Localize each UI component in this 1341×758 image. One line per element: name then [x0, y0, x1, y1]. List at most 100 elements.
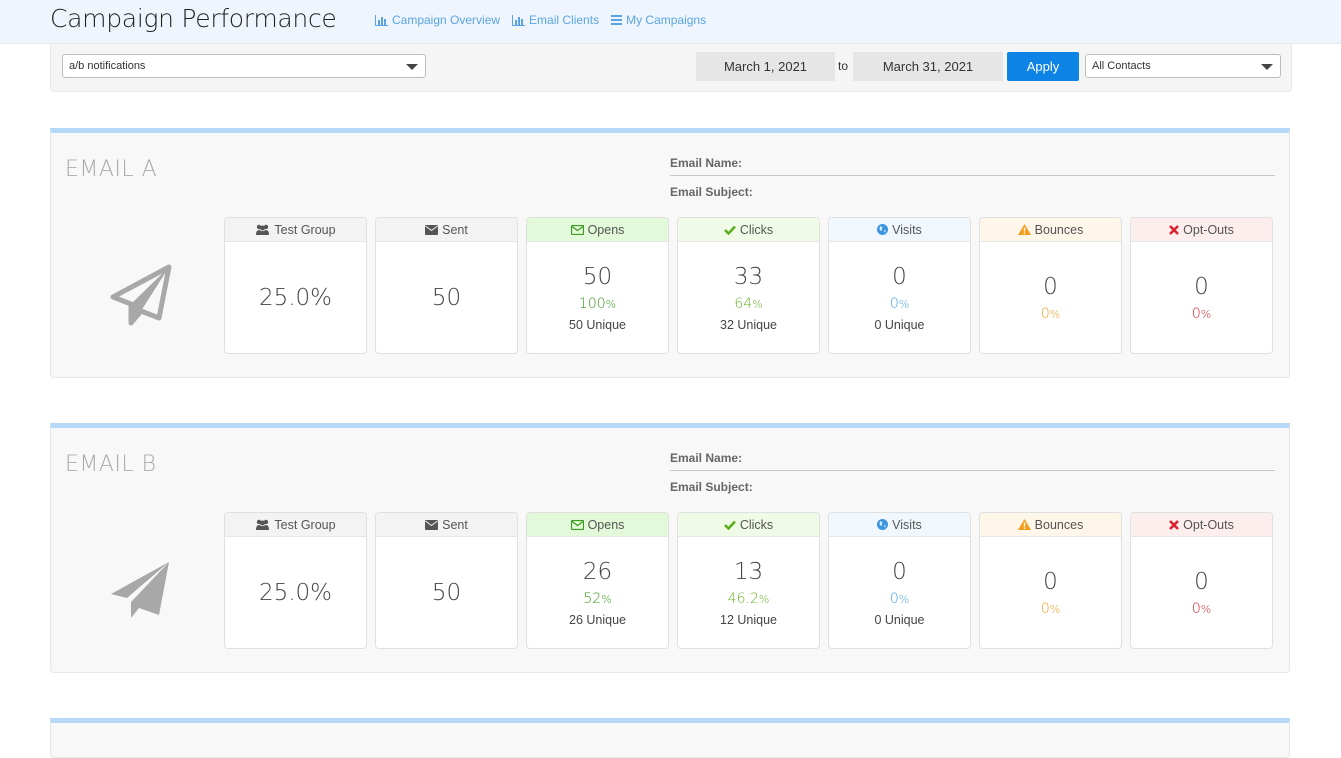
test-group-value: 25.0% [258, 579, 333, 606]
x-icon [1169, 224, 1180, 235]
checkmark-icon [723, 520, 736, 530]
email-name-label: Email Name: [670, 156, 1275, 176]
bar-chart-icon [375, 14, 388, 26]
sent-card[interactable]: Sent 50 [375, 217, 518, 354]
apply-button[interactable]: Apply [1007, 52, 1079, 81]
clicks-count: 13 [733, 558, 764, 585]
bounces-card[interactable]: Bounces 0 0% [979, 217, 1122, 354]
optouts-percent: 0% [1191, 600, 1212, 617]
bounces-count: 0 [1043, 273, 1058, 300]
users-icon [256, 519, 270, 530]
globe-icon [877, 519, 889, 530]
card-body: 0 0% [1131, 242, 1272, 353]
envelope-icon [425, 519, 439, 530]
nav-label: Campaign Overview [392, 13, 501, 27]
card-label: Bounces [1034, 517, 1084, 532]
card-body: 0 0% 0 Unique [829, 537, 970, 648]
optouts-card[interactable]: Opt-Outs 0 0% [1130, 217, 1273, 354]
card-label: Test Group [274, 517, 336, 532]
nav-label: My Campaigns [626, 13, 707, 27]
date-to-field[interactable]: March 31, 2021 [853, 52, 1003, 81]
card-header: Clicks [678, 513, 819, 537]
card-body: 13 46.2% 12 Unique [678, 537, 819, 648]
opens-card[interactable]: Opens 26 52% 26 Unique [526, 512, 669, 649]
email-panel-b: EMAIL B Email Name: Email Subject: Test … [50, 423, 1290, 673]
checkmark-icon [723, 225, 736, 235]
card-label: Sent [442, 222, 468, 237]
card-body: 50 [376, 537, 517, 648]
clicks-unique: 32 Unique [720, 317, 777, 332]
page-title: Campaign Performance [50, 4, 337, 33]
envelope-outline-icon [570, 224, 584, 235]
nav-campaign-overview[interactable]: Campaign Overview [375, 13, 500, 27]
card-body: 26 52% 26 Unique [527, 537, 668, 648]
card-label: Sent [442, 517, 468, 532]
chevron-down-icon [406, 64, 418, 70]
email-name-label: Email Name: [670, 451, 1275, 471]
visits-count: 0 [892, 558, 907, 585]
clicks-card[interactable]: Clicks 13 46.2% 12 Unique [677, 512, 820, 649]
contacts-select-value: All Contacts [1092, 60, 1151, 72]
list-icon [611, 15, 623, 25]
clicks-unique: 12 Unique [720, 612, 777, 627]
nav-my-campaigns[interactable]: My Campaigns [611, 13, 706, 27]
metric-cards: Test Group 25.0% Sent 50 Opens 50 100% 5… [224, 217, 1273, 354]
card-header: Clicks [678, 218, 819, 242]
visits-unique: 0 Unique [874, 612, 925, 627]
optouts-count: 0 [1194, 568, 1209, 595]
test-group-card[interactable]: Test Group 25.0% [224, 217, 367, 354]
card-label: Clicks [739, 517, 774, 532]
warning-icon [1017, 224, 1031, 235]
clicks-percent: 46.2% [727, 590, 770, 607]
card-body: 50 [376, 242, 517, 353]
card-label: Test Group [274, 222, 336, 237]
opens-card[interactable]: Opens 50 100% 50 Unique [526, 217, 669, 354]
card-header: Test Group [225, 513, 366, 537]
bounces-card[interactable]: Bounces 0 0% [979, 512, 1122, 649]
x-icon [1169, 519, 1180, 530]
card-body: 25.0% [225, 537, 366, 648]
envelope-icon [425, 224, 439, 235]
card-body: 50 100% 50 Unique [527, 242, 668, 353]
visits-card[interactable]: Visits 0 0% 0 Unique [828, 512, 971, 649]
email-title: EMAIL B [65, 452, 157, 477]
card-body: 0 0% [980, 537, 1121, 648]
nav-email-clients[interactable]: Email Clients [512, 13, 599, 27]
bounces-count: 0 [1043, 568, 1058, 595]
card-header: Bounces [980, 218, 1121, 242]
paper-plane-outline-icon [110, 264, 172, 326]
sent-value: 50 [431, 579, 462, 606]
card-header: Sent [376, 513, 517, 537]
users-icon [256, 224, 270, 235]
visits-card[interactable]: Visits 0 0% 0 Unique [828, 217, 971, 354]
email-panel-a: EMAIL A Email Name: Email Subject: Test … [50, 128, 1290, 378]
card-body: 0 0% 0 Unique [829, 242, 970, 353]
campaign-select[interactable]: a/b notifications [62, 54, 426, 78]
visits-unique: 0 Unique [874, 317, 925, 332]
clicks-count: 33 [733, 263, 764, 290]
test-group-card[interactable]: Test Group 25.0% [224, 512, 367, 649]
optouts-card[interactable]: Opt-Outs 0 0% [1130, 512, 1273, 649]
optouts-percent: 0% [1191, 305, 1212, 322]
card-label: Opens [587, 517, 625, 532]
card-header: Opt-Outs [1131, 513, 1272, 537]
bounces-percent: 0% [1040, 305, 1061, 322]
clicks-card[interactable]: Clicks 33 64% 32 Unique [677, 217, 820, 354]
card-header: Opens [527, 513, 668, 537]
sent-card[interactable]: Sent 50 [375, 512, 518, 649]
email-subject-label: Email Subject: [670, 480, 753, 494]
metric-cards: Test Group 25.0% Sent 50 Opens 26 52% 26… [224, 512, 1273, 649]
test-group-value: 25.0% [258, 284, 333, 311]
date-from-field[interactable]: March 1, 2021 [696, 52, 835, 81]
card-header: Visits [829, 513, 970, 537]
opens-count: 50 [582, 263, 613, 290]
filter-bar: a/b notifications March 1, 2021 to March… [50, 44, 1292, 92]
paper-plane-filled-icon [111, 562, 169, 618]
date-range-to-label: to [838, 59, 849, 73]
opens-unique: 50 Unique [569, 317, 626, 332]
card-header: Sent [376, 218, 517, 242]
top-nav: Campaign Overview Email Clients My Campa… [375, 13, 706, 27]
contacts-select[interactable]: All Contacts [1085, 54, 1281, 78]
card-body: 0 0% [1131, 537, 1272, 648]
card-label: Visits [892, 517, 922, 532]
